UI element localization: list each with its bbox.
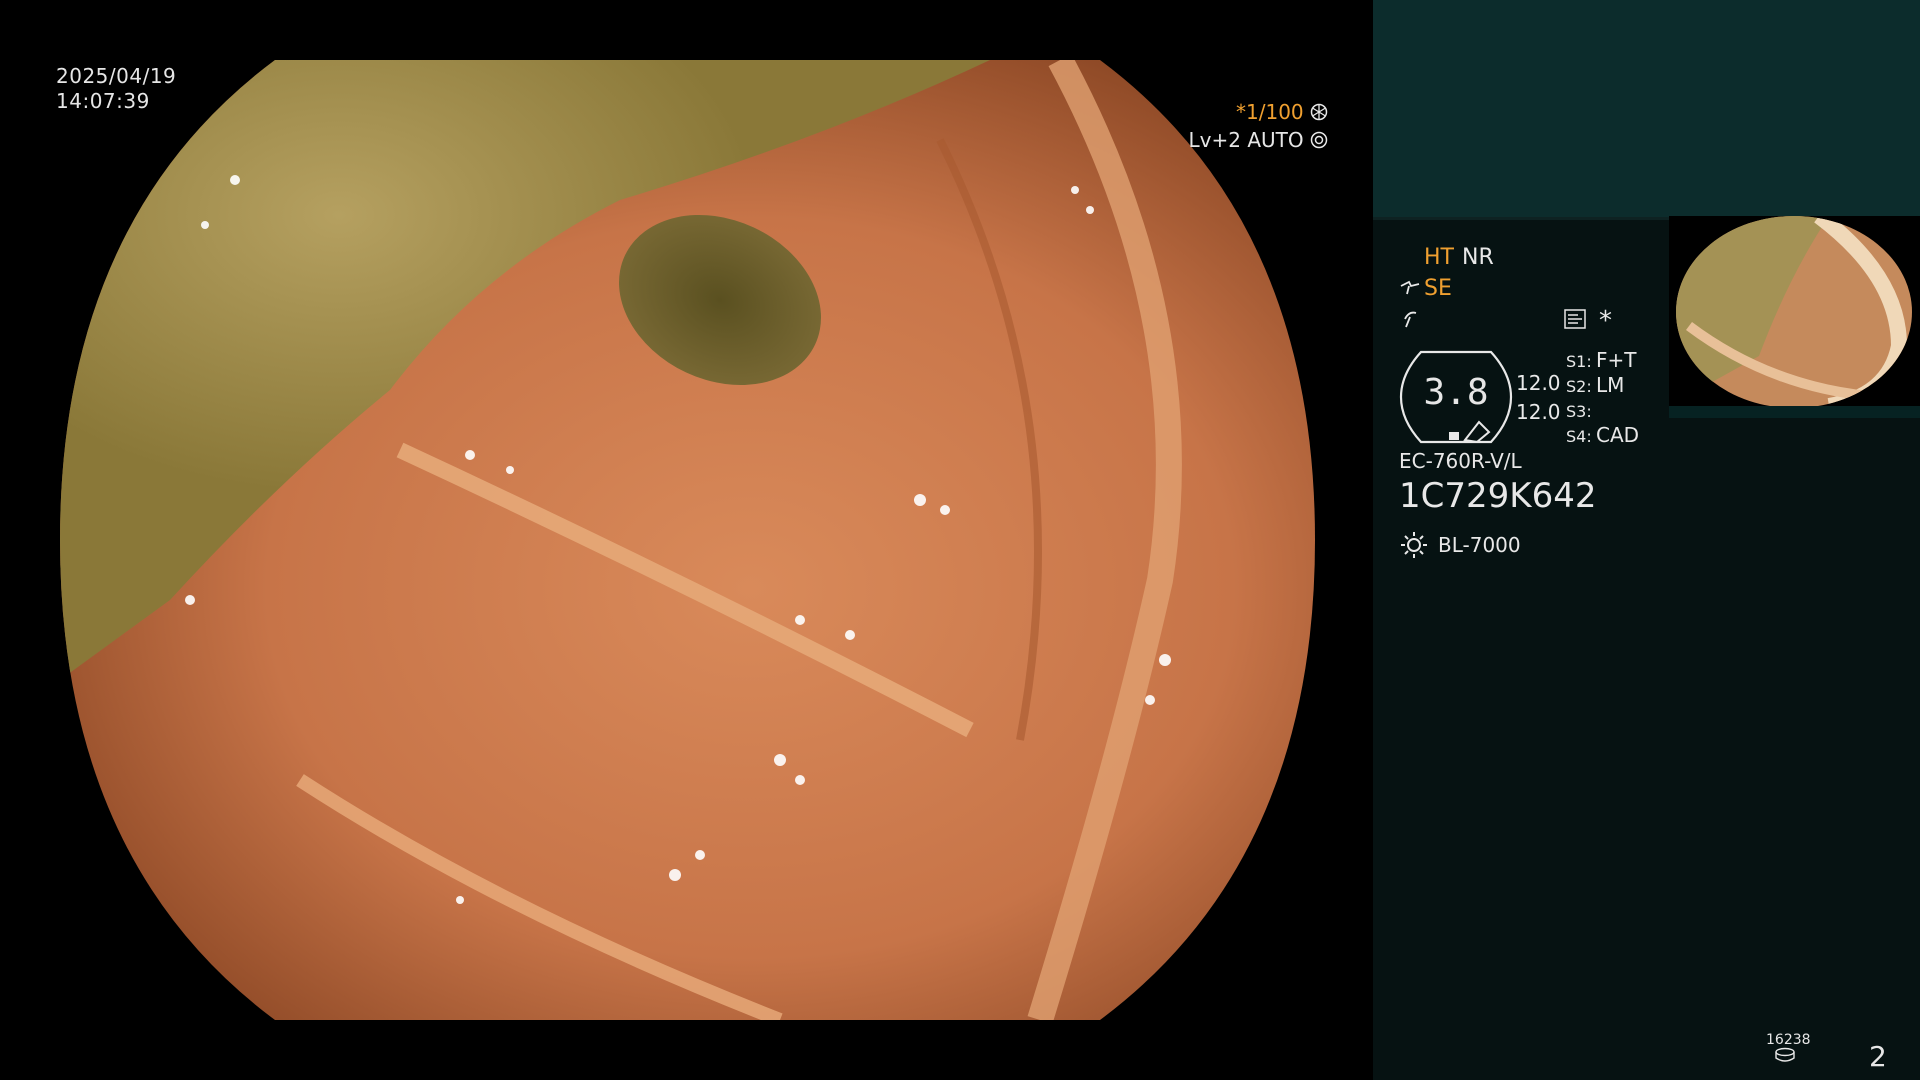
- panel-header-area: [1373, 0, 1920, 217]
- disk-icon: [1775, 1047, 1795, 1062]
- aperture-icon: [1310, 103, 1328, 121]
- s2-value: LM: [1596, 373, 1625, 397]
- nr-indicator: NR: [1462, 245, 1494, 270]
- timestamp: 2025/04/19 14:07:39: [56, 64, 176, 114]
- light-source: BL-7000: [1438, 533, 1521, 557]
- scope-model: EC-760R-V/L: [1399, 449, 1522, 473]
- shutter-speed-text: *1/100: [1236, 100, 1304, 124]
- memory-icon: [1564, 309, 1586, 329]
- ht-indicator: HT: [1424, 245, 1454, 270]
- status-panel: HT NR SE * 3.8 12.0 12.0 S1: F+T S2: LM …: [1373, 0, 1920, 1080]
- page-number: 2: [1869, 1040, 1887, 1073]
- asterisk-indicator: *: [1599, 306, 1612, 336]
- sun-icon: [1401, 532, 1427, 558]
- time-text: 14:07:39: [56, 89, 150, 113]
- light-level-text: Lv+2 AUTO: [1188, 128, 1304, 152]
- se-indicator: SE: [1424, 276, 1452, 301]
- s2-label: S2:: [1566, 377, 1592, 396]
- lightning-icon: [1404, 311, 1417, 328]
- gauge-value: 3.8: [1423, 372, 1489, 413]
- gauge: 3.8: [1399, 350, 1513, 444]
- s3-label: S3:: [1566, 402, 1592, 421]
- s4-label: S4:: [1566, 427, 1592, 446]
- scope-icon: [1400, 280, 1420, 295]
- value-top: 12.0: [1516, 371, 1561, 395]
- endoscopic-image: [60, 60, 1315, 1020]
- value-bottom: 12.0: [1516, 400, 1561, 424]
- thumbnail-preview[interactable]: [1669, 216, 1920, 418]
- exposure-readout: *1/100 Lv+2 AUTO: [1189, 98, 1328, 154]
- endoscope-view: 2025/04/19 14:07:39 *1/100 Lv+2 AUTO: [0, 0, 1373, 1080]
- storage-count: 16238: [1766, 1032, 1811, 1048]
- s1-label: S1:: [1566, 352, 1592, 371]
- thumbnail-bar: [1669, 406, 1920, 418]
- iris-icon: [1310, 131, 1328, 149]
- s4-value: CAD: [1596, 423, 1640, 447]
- date-text: 2025/04/19: [56, 64, 177, 88]
- thumbnail-image: [1669, 216, 1920, 406]
- scope-serial: 1C729K642: [1399, 476, 1597, 516]
- s1-value: F+T: [1596, 348, 1637, 372]
